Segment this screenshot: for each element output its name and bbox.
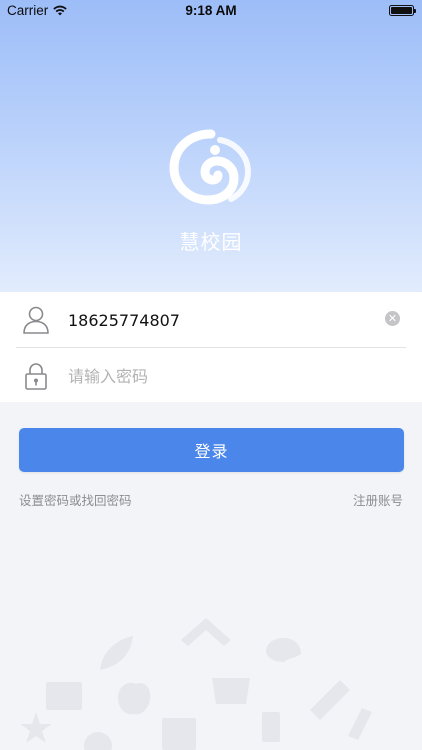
phone-row: ✕ — [0, 292, 422, 347]
close-icon: ✕ — [387, 312, 398, 325]
login-form: ✕ — [0, 292, 422, 402]
password-input[interactable] — [68, 360, 368, 392]
battery-icon — [389, 5, 416, 16]
app-logo — [168, 128, 254, 208]
user-icon — [23, 306, 49, 334]
swirl-logo-icon — [169, 129, 252, 205]
app-name: 慧校园 — [179, 230, 243, 254]
status-time: 9:18 AM — [185, 3, 237, 18]
password-row — [0, 348, 422, 403]
lock-icon — [25, 363, 47, 390]
pencil-icon — [348, 708, 372, 740]
board-icon — [162, 718, 196, 750]
status-bar: Carrier 9:18 AM — [0, 0, 422, 22]
diamond-icon — [181, 618, 231, 646]
basket-icon — [212, 678, 250, 704]
leaf-icon — [100, 636, 133, 670]
decorative-background — [20, 618, 372, 750]
reset-password-link[interactable]: 设置密码或找回密码 — [19, 490, 132, 509]
ruler-icon — [310, 680, 350, 720]
mushroom-icon — [266, 638, 301, 662]
login-button[interactable]: 登录 — [19, 428, 404, 472]
star-icon — [20, 712, 52, 743]
ball-icon — [84, 732, 112, 750]
books-icon — [46, 682, 82, 710]
clear-input-button[interactable]: ✕ — [385, 311, 400, 326]
apple-icon — [118, 682, 151, 715]
phone-input[interactable] — [68, 304, 368, 336]
bottle-icon — [262, 712, 280, 742]
register-link[interactable]: 注册账号 — [353, 490, 403, 509]
